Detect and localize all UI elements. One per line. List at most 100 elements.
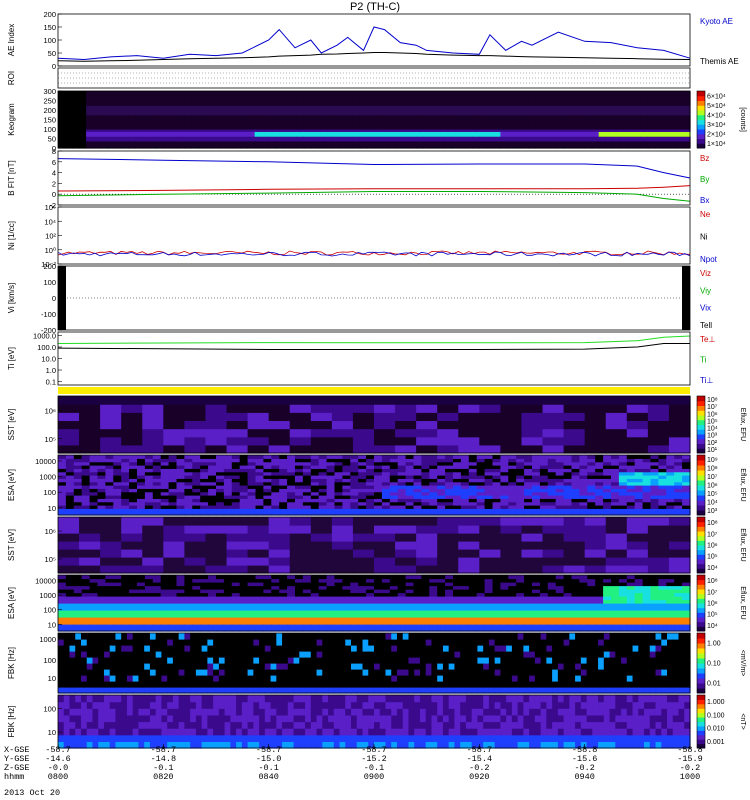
spectrogram-cell xyxy=(310,585,320,590)
spectrogram-cell xyxy=(479,436,501,446)
spectrogram-cell xyxy=(268,525,291,534)
y-tick-label: 200 xyxy=(43,10,56,19)
spectrogram-cell xyxy=(421,582,430,587)
spectrogram-cell xyxy=(405,596,415,601)
spectrogram-cell xyxy=(310,455,320,459)
plot-title: P2 (TH-C) xyxy=(350,1,400,13)
spectrogram-cell xyxy=(208,613,217,618)
spectrogram-cell xyxy=(168,610,178,615)
spectrogram-cell xyxy=(381,91,389,94)
spectrogram-cell xyxy=(535,91,544,94)
colorbar-segment xyxy=(697,490,705,496)
spectrogram-cell xyxy=(413,582,422,587)
colorbar-tick-label: 10³ xyxy=(707,508,718,515)
spectrogram-cell xyxy=(389,582,399,587)
spectrogram-cell xyxy=(279,578,288,583)
spectrogram-cell xyxy=(542,436,565,446)
colorbar-segment xyxy=(697,138,705,144)
spectrogram-cell xyxy=(374,620,383,625)
legend-kyotoae: Kyoto AE xyxy=(700,17,733,26)
spectrogram-cell xyxy=(121,565,143,574)
spectrogram-cell xyxy=(58,428,80,438)
sst_e-spectrogram xyxy=(58,396,691,454)
spectrogram-cell xyxy=(65,578,75,583)
spectrogram-cell xyxy=(374,565,396,574)
spectrogram-cell xyxy=(142,517,164,526)
spectrogram-cell xyxy=(295,617,304,622)
mode-bar xyxy=(58,387,690,394)
spectrogram-cell xyxy=(395,428,417,438)
spectrogram-cell xyxy=(381,624,391,629)
spectrogram-cell xyxy=(605,444,628,454)
spectrogram-cell xyxy=(326,620,336,625)
spectrogram-cell xyxy=(389,620,399,625)
spectrogram-cell xyxy=(397,589,407,594)
spectrogram-cell xyxy=(605,541,628,550)
spectrogram-cell xyxy=(381,585,391,590)
spectrogram-cell xyxy=(381,455,391,459)
colorbar-tick-label: 10⁶ xyxy=(707,411,718,418)
spectrogram-cell xyxy=(647,549,670,558)
plot-stack: P2 (TH-C) AE Index 0 50 100 150 200 Kyoto AE The… xyxy=(0,0,750,800)
spectrogram-cell xyxy=(89,617,99,622)
spectrogram-cell xyxy=(366,620,375,625)
spectrogram-cell xyxy=(668,557,691,566)
spectrogram-cell xyxy=(374,624,383,629)
spectrogram-cell xyxy=(675,91,684,94)
spectrogram-cell xyxy=(268,541,291,550)
colorbar-segment xyxy=(697,465,705,471)
spectrogram-cell xyxy=(413,455,422,459)
spectrogram-cell xyxy=(65,603,75,608)
spectrogram-cell xyxy=(595,455,604,459)
spectrogram-cell xyxy=(579,455,588,459)
spectrogram-cell xyxy=(421,596,430,601)
spectrogram-cell xyxy=(129,596,138,601)
spectrogram-cell xyxy=(105,613,114,618)
keogram-ylabel: Keogram xyxy=(7,103,16,136)
y-tick-label: 100.0 xyxy=(37,343,56,352)
spectrogram-cell xyxy=(668,412,691,422)
spectrogram-cell xyxy=(247,517,270,526)
ae-ylabel: AE Index xyxy=(7,24,16,56)
spectrogram-cell xyxy=(479,420,501,430)
spectrogram-cell xyxy=(121,396,143,405)
spectrogram-cell xyxy=(334,606,343,611)
spectrogram-cell xyxy=(563,420,586,430)
spectrogram-cell xyxy=(302,585,312,590)
spectrogram-cell xyxy=(381,582,391,587)
spectrogram-cell xyxy=(334,575,343,580)
spectrogram-cell xyxy=(89,585,99,590)
spectrogram-cell xyxy=(521,549,544,558)
spectrogram-cell xyxy=(239,624,249,629)
spectrogram-cell xyxy=(279,575,288,580)
spectrogram-cell xyxy=(121,525,143,534)
colorbar-tick-label: 3×10⁴ xyxy=(707,122,726,129)
spectrogram-cell xyxy=(458,444,480,454)
spectrogram-cell xyxy=(271,624,280,629)
spectrogram-cell xyxy=(205,444,228,454)
spectrogram-cell xyxy=(381,599,391,604)
spectrogram-cell xyxy=(200,599,209,604)
spectrogram-cell xyxy=(352,428,375,438)
spectrogram-cell xyxy=(58,436,80,446)
spectrogram-cell xyxy=(100,541,122,550)
spectrogram-cell xyxy=(231,585,241,590)
spectrogram-cell xyxy=(295,596,304,601)
colorbar-tick-label: 10⁴ xyxy=(707,565,718,572)
colorbar-segment xyxy=(697,563,705,569)
spectrogram-cell xyxy=(430,91,438,94)
spectrogram-cell xyxy=(152,582,162,587)
spectrogram-cell xyxy=(331,533,354,542)
spectrogram-cell xyxy=(287,620,296,625)
spectrogram-cell xyxy=(416,565,438,574)
spectrogram-cell xyxy=(184,517,207,526)
spectrogram-cell xyxy=(350,585,359,590)
spectrogram-cell xyxy=(129,585,138,590)
spectrogram-cell xyxy=(421,585,430,590)
y-tick-label: 200 xyxy=(43,262,56,271)
spectrogram-cell xyxy=(381,592,391,597)
spectrogram-cell xyxy=(160,606,170,611)
spectrogram-cell xyxy=(97,585,106,590)
spectrogram-cell xyxy=(521,91,530,94)
spectrogram-cell xyxy=(374,525,396,534)
